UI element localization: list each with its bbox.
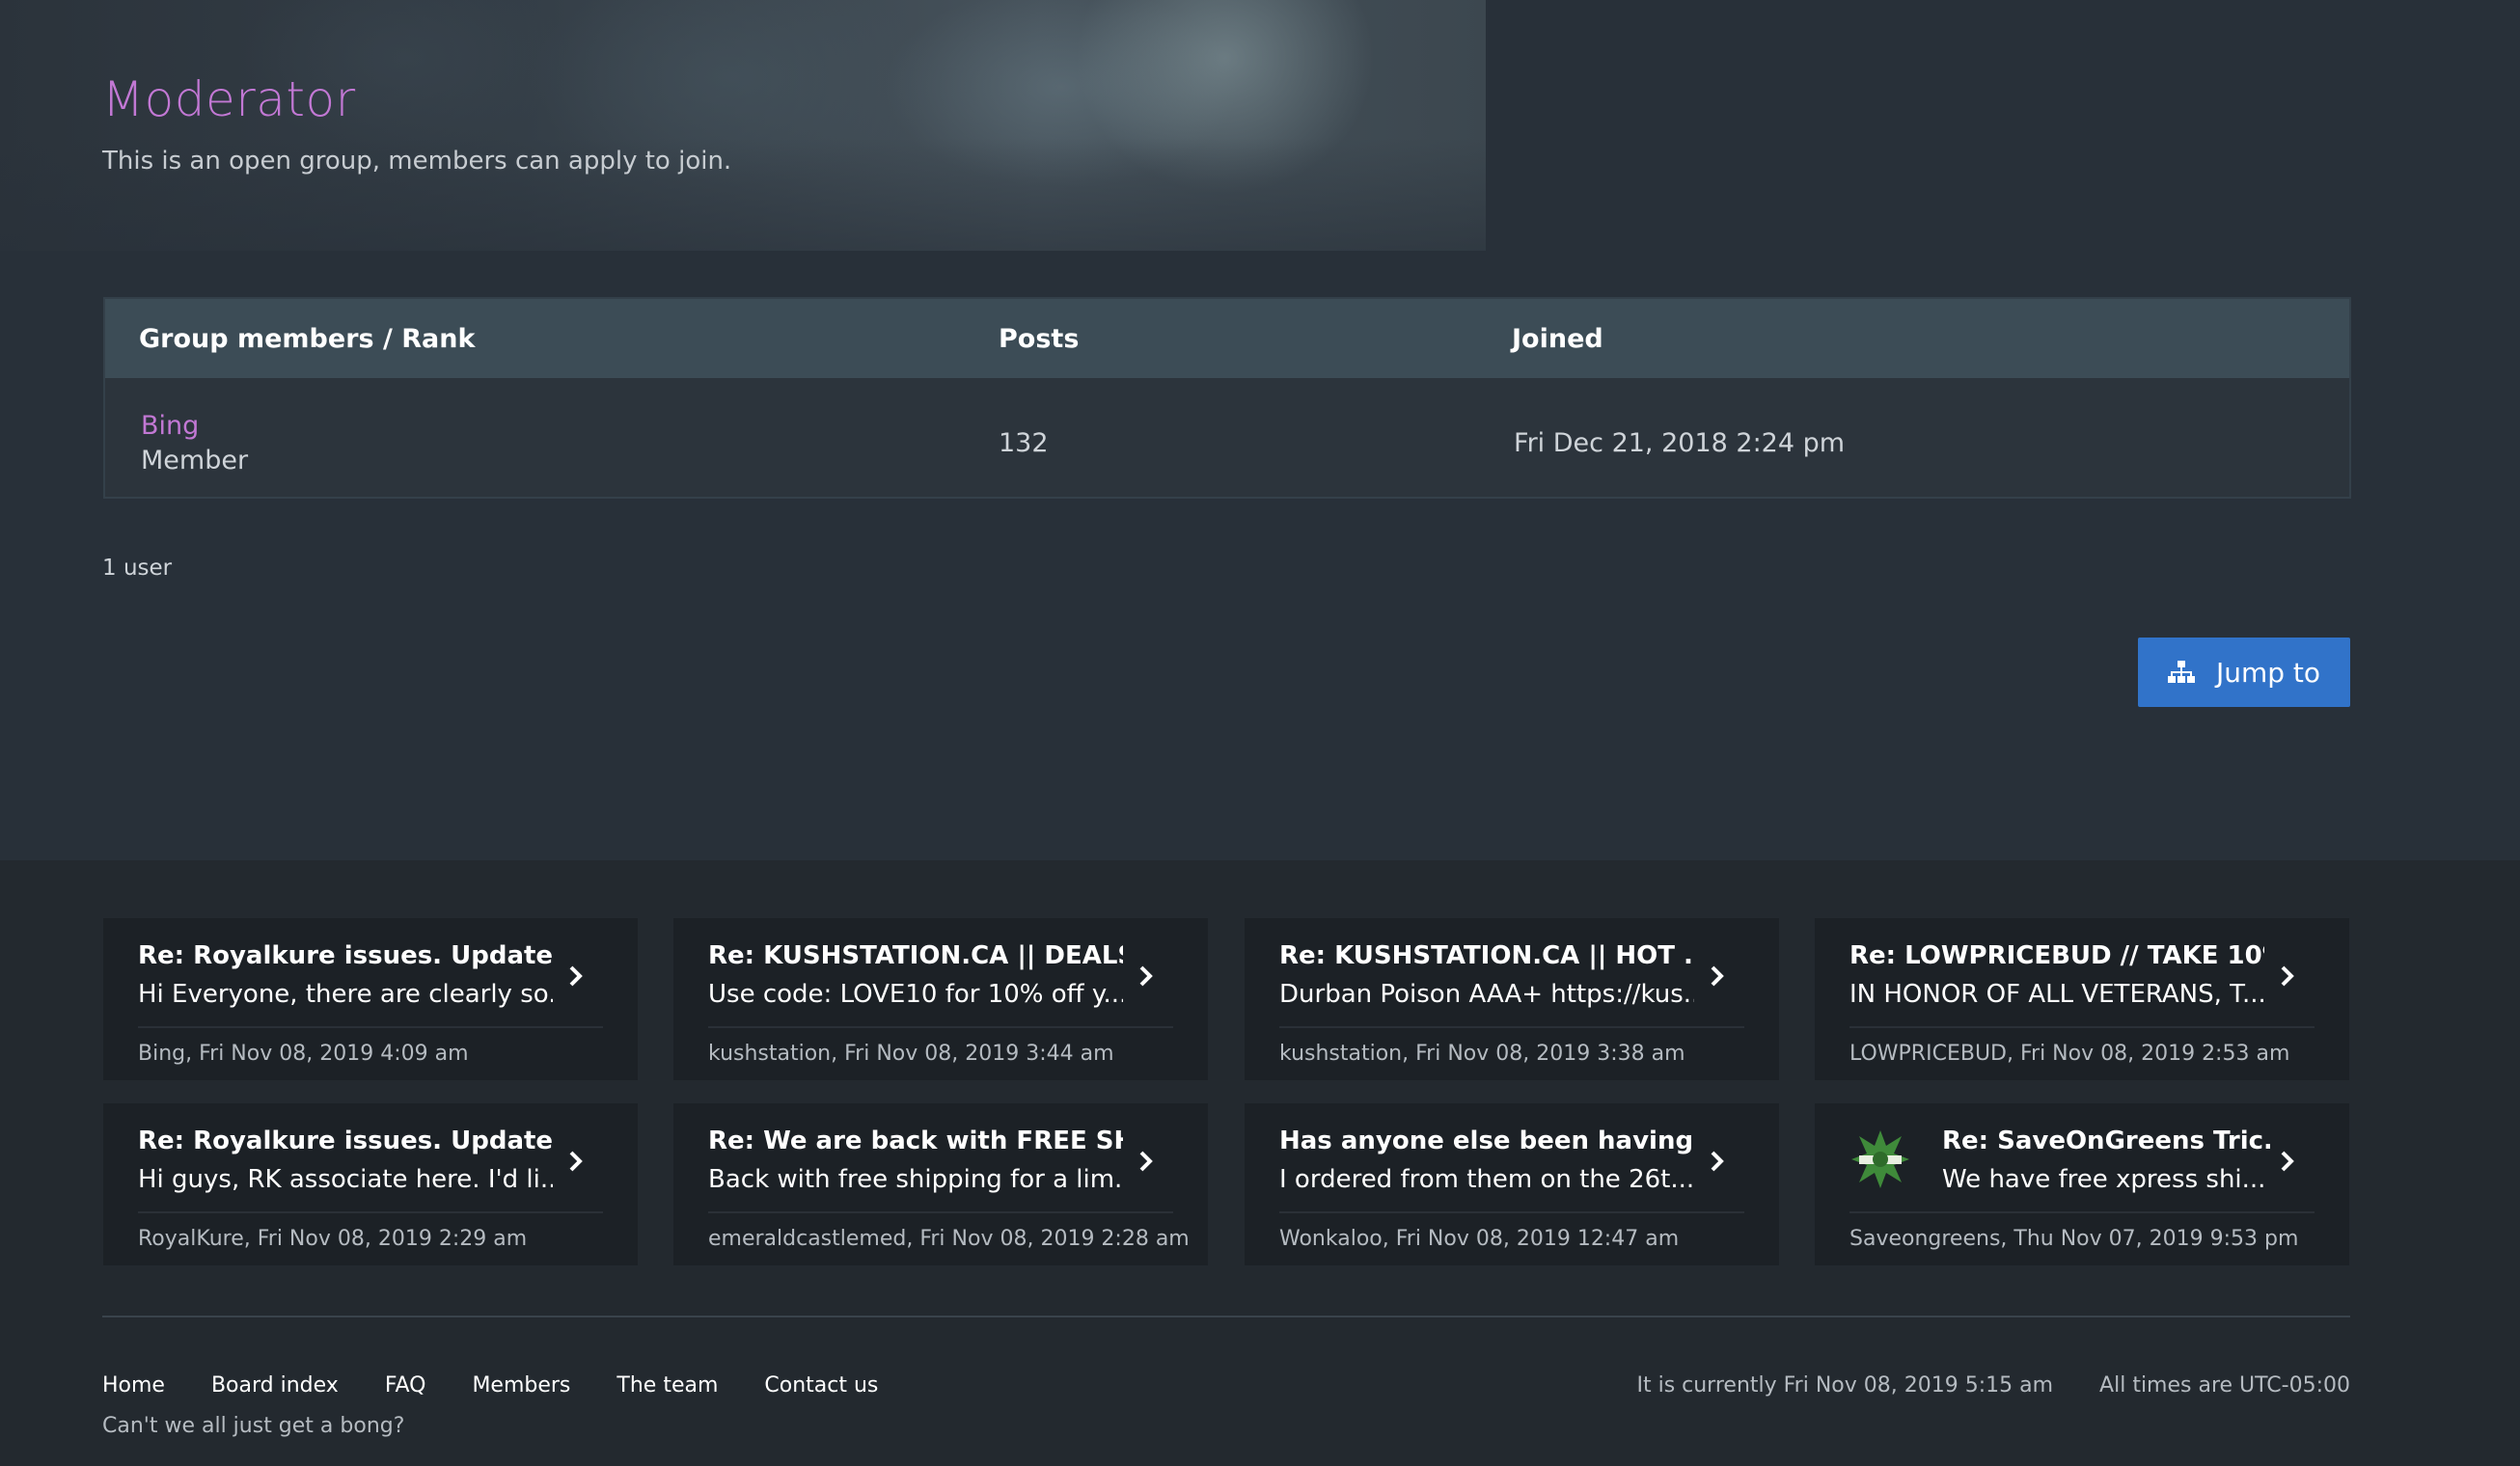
recent-post-card[interactable]: Re: LOWPRICEBUD // TAKE 10%... IN HONOR …	[1815, 918, 2349, 1080]
post-title[interactable]: Re: SaveOnGreens Tric...	[1942, 1127, 2270, 1155]
post-meta: kushstation, Fri Nov 08, 2019 3:44 am	[708, 1042, 1114, 1066]
recent-post-card[interactable]: Re: We are back with FREE SHI... Back wi…	[673, 1103, 1208, 1265]
chevron-right-icon[interactable]	[1135, 964, 1158, 988]
footer-tagline: Can't we all just get a bong?	[102, 1414, 405, 1438]
divider	[708, 1211, 1173, 1213]
sitemap-icon	[2167, 661, 2195, 683]
post-excerpt: I ordered from them on the 26t...	[1279, 1165, 1694, 1194]
chevron-right-icon[interactable]	[564, 1150, 588, 1173]
jump-to-button[interactable]: Jump to	[2138, 638, 2350, 707]
footer-link-team[interactable]: The team	[616, 1373, 718, 1398]
chevron-right-icon[interactable]	[2276, 964, 2299, 988]
divider	[708, 1026, 1173, 1028]
post-title[interactable]: Re: LOWPRICEBUD // TAKE 10%...	[1849, 941, 2264, 970]
recent-post-card[interactable]: Re: KUSHSTATION.CA || DEALS... Use code:…	[673, 918, 1208, 1080]
chevron-right-icon[interactable]	[1135, 1150, 1158, 1173]
post-title[interactable]: Re: Royalkure issues. Updated...	[138, 1127, 553, 1155]
post-excerpt: Durban Poison AAA+ https://kus...	[1279, 980, 1694, 1009]
footer-link-members[interactable]: Members	[472, 1373, 570, 1398]
recent-post-card[interactable]: Re: SaveOnGreens Tric... We have free xp…	[1815, 1103, 2349, 1265]
divider	[1849, 1026, 2315, 1028]
post-title[interactable]: Re: We are back with FREE SHI...	[708, 1127, 1123, 1155]
post-meta: Bing, Fri Nov 08, 2019 4:09 am	[138, 1042, 469, 1066]
divider	[138, 1026, 603, 1028]
current-time: It is currently Fri Nov 08, 2019 5:15 am	[1636, 1373, 2054, 1398]
post-meta: emeraldcastlemed, Fri Nov 08, 2019 2:28 …	[708, 1227, 1190, 1251]
post-meta: kushstation, Fri Nov 08, 2019 3:38 am	[1279, 1042, 1685, 1066]
footer-link-board-index[interactable]: Board index	[211, 1373, 339, 1398]
post-excerpt: We have free xpress shi...	[1942, 1165, 2266, 1194]
post-title[interactable]: Re: Royalkure issues. Updated...	[138, 941, 553, 970]
member-joined-date: Fri Dec 21, 2018 2:24 pm	[1514, 428, 1846, 458]
post-meta: RoyalKure, Fri Nov 08, 2019 2:29 am	[138, 1227, 528, 1251]
post-title[interactable]: Has anyone else been having i...	[1279, 1127, 1694, 1155]
column-header-posts[interactable]: Posts	[999, 324, 1079, 354]
post-excerpt: Hi guys, RK associate here. I'd li...	[138, 1165, 553, 1194]
group-members-table: Group members / Rank Posts Joined Bing M…	[103, 297, 2351, 499]
post-excerpt: IN HONOR OF ALL VETERANS, T...	[1849, 980, 2264, 1009]
footer-divider	[102, 1316, 2350, 1317]
post-title[interactable]: Re: KUSHSTATION.CA || HOT ...	[1279, 941, 1694, 970]
table-row: Bing Member 132 Fri Dec 21, 2018 2:24 pm	[105, 378, 2349, 497]
recent-post-card[interactable]: Re: KUSHSTATION.CA || HOT ... Durban Poi…	[1245, 918, 1779, 1080]
footer-link-home[interactable]: Home	[102, 1373, 165, 1398]
recent-post-card[interactable]: Re: Royalkure issues. Updated... Hi Ever…	[103, 918, 638, 1080]
post-meta: LOWPRICEBUD, Fri Nov 08, 2019 2:53 am	[1849, 1042, 2290, 1066]
divider	[138, 1211, 603, 1213]
chevron-right-icon[interactable]	[564, 964, 588, 988]
post-excerpt: Use code: LOVE10 for 10% off y...	[708, 980, 1123, 1009]
member-rank: Member	[141, 446, 249, 475]
user-avatar-leaf-icon[interactable]	[1849, 1128, 1911, 1190]
member-name-link[interactable]: Bing	[141, 411, 199, 441]
footer-nav: Home Board index FAQ Members The team Co…	[102, 1373, 924, 1398]
column-header-joined[interactable]: Joined	[1512, 324, 1603, 354]
page-title: Moderator	[102, 71, 356, 127]
divider	[1279, 1026, 1744, 1028]
user-count: 1 user	[102, 556, 173, 581]
chevron-right-icon[interactable]	[1706, 1150, 1729, 1173]
footer-link-faq[interactable]: FAQ	[385, 1373, 426, 1398]
jump-to-label: Jump to	[2215, 656, 2321, 689]
recent-post-card[interactable]: Re: Royalkure issues. Updated... Hi guys…	[103, 1103, 638, 1265]
column-header-members[interactable]: Group members / Rank	[139, 324, 475, 354]
chevron-right-icon[interactable]	[2276, 1150, 2299, 1173]
table-header: Group members / Rank Posts Joined	[105, 299, 2349, 378]
post-title[interactable]: Re: KUSHSTATION.CA || DEALS...	[708, 941, 1123, 970]
member-posts: 132	[999, 428, 1049, 458]
chevron-right-icon[interactable]	[1706, 964, 1729, 988]
recent-post-card[interactable]: Has anyone else been having i... I order…	[1245, 1103, 1779, 1265]
timezone-note: All times are UTC-05:00	[2099, 1373, 2350, 1398]
footer-time-info: It is currently Fri Nov 08, 2019 5:15 am…	[1636, 1373, 2350, 1398]
divider	[1849, 1211, 2315, 1213]
divider	[1279, 1211, 1744, 1213]
post-excerpt: Hi Everyone, there are clearly so...	[138, 980, 553, 1009]
post-meta: Wonkaloo, Fri Nov 08, 2019 12:47 am	[1279, 1227, 1680, 1251]
group-description: This is an open group, members can apply…	[102, 147, 732, 176]
post-excerpt: Back with free shipping for a lim...	[708, 1165, 1123, 1194]
footer-link-contact[interactable]: Contact us	[764, 1373, 878, 1398]
post-meta: Saveongreens, Thu Nov 07, 2019 9:53 pm	[1849, 1227, 2299, 1251]
